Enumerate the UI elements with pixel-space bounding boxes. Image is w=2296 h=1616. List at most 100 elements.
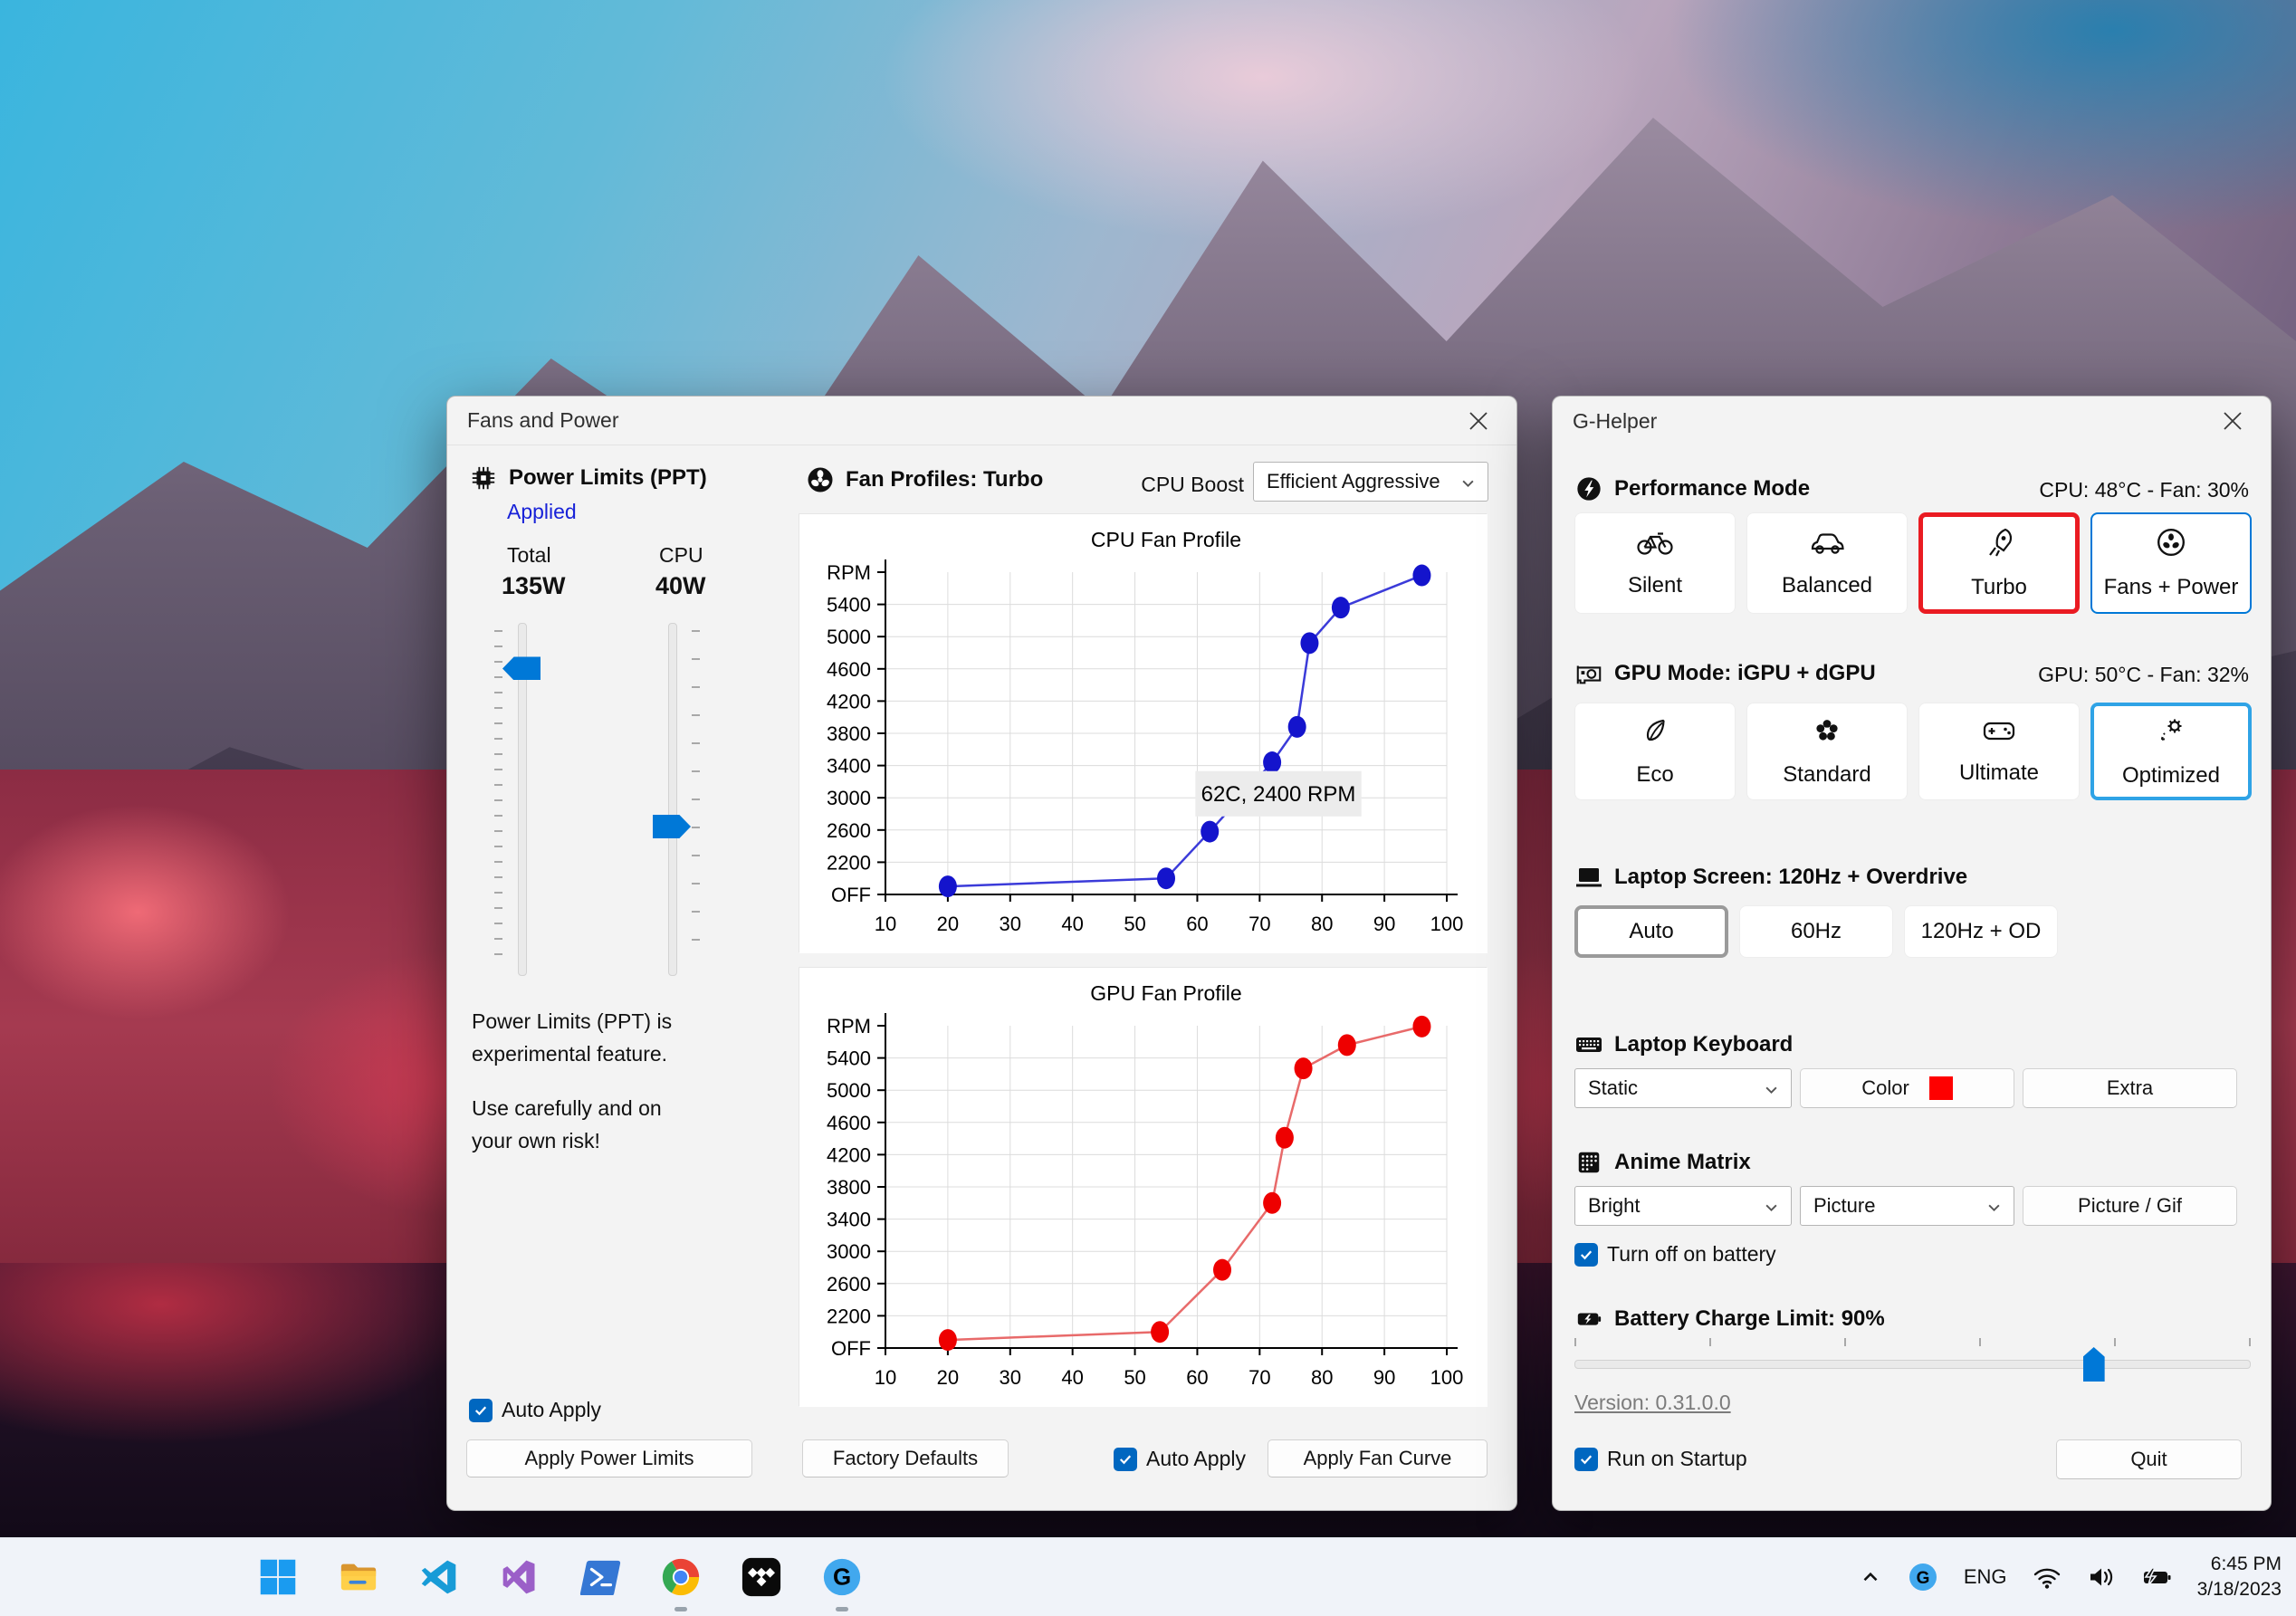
mode-silent-button[interactable]: Silent xyxy=(1574,512,1736,614)
cpu-power-slider[interactable] xyxy=(636,623,717,976)
battery-slider-thumb[interactable] xyxy=(2082,1347,2105,1382)
wifi-icon[interactable] xyxy=(2033,1564,2062,1590)
cpu-fan-chart[interactable]: 10 20 30 40 50 60 70 80 90 100 OFF 2200 2600 3000 3400… xyxy=(799,514,1488,953)
gpu-card-icon xyxy=(1574,659,1603,688)
gpu-temp-fan-status: GPU: 50°C - Fan: 32% xyxy=(2038,663,2249,686)
svg-text:RPM: RPM xyxy=(827,561,871,584)
chevron-down-icon xyxy=(1987,1194,2001,1218)
run-on-startup-checkbox[interactable]: Run on Startup xyxy=(1574,1447,1747,1471)
gpu-fan-chart-panel: 10 20 30 40 50 60 70 80 90 100 OFF 2200 2600 3000 3400… xyxy=(799,967,1488,1407)
g-helper-tray-icon[interactable]: G xyxy=(1908,1562,1938,1592)
g-helper-window: G-Helper Performance Mode CPU: 48°C - Fa… xyxy=(1552,396,2272,1511)
fan-profiles-header: Fan Profiles: Turbo xyxy=(806,465,1043,494)
file-explorer-icon[interactable] xyxy=(337,1555,380,1599)
cpu-slider-thumb[interactable] xyxy=(653,815,691,839)
tray-chevron-up-icon[interactable] xyxy=(1859,1565,1882,1589)
svg-text:4600: 4600 xyxy=(827,1112,871,1134)
svg-text:5400: 5400 xyxy=(827,594,871,617)
taskbar: G G ENG 6:45 PM 3/18/2023 xyxy=(0,1537,2296,1616)
fans-window-title: Fans and Power xyxy=(467,408,619,432)
battery-slider-track[interactable] xyxy=(1574,1360,2251,1369)
checkbox-checked-icon[interactable] xyxy=(1574,1447,1598,1471)
cpu-slider-track[interactable] xyxy=(668,623,677,976)
svg-text:2200: 2200 xyxy=(827,1305,871,1327)
anime-battery-checkbox[interactable]: Turn off on battery xyxy=(1574,1242,1776,1267)
vs-code-icon[interactable] xyxy=(417,1555,461,1599)
close-icon[interactable] xyxy=(1460,403,1497,439)
ghelper-titlebar[interactable]: G-Helper xyxy=(1553,397,2271,445)
screen-auto-button[interactable]: Auto xyxy=(1574,905,1728,958)
gpu-eco-button[interactable]: Eco xyxy=(1574,703,1736,800)
cpu-temp-fan-status: CPU: 48°C - Fan: 30% xyxy=(2039,478,2249,502)
checkbox-checked-icon[interactable] xyxy=(1114,1447,1137,1471)
battery-charging-icon[interactable] xyxy=(2141,1564,2172,1590)
fan-icon xyxy=(806,465,835,494)
gpu-fan-chart[interactable]: 10 20 30 40 50 60 70 80 90 100 OFF 2200 2600 3000 3400… xyxy=(799,968,1488,1407)
svg-text:62C, 2400 RPM: 62C, 2400 RPM xyxy=(1201,782,1356,807)
battery-limit-slider[interactable] xyxy=(1574,1338,2251,1389)
svg-text:10: 10 xyxy=(875,1366,896,1389)
factory-defaults-button[interactable]: Factory Defaults xyxy=(802,1439,1009,1477)
svg-text:80: 80 xyxy=(1311,913,1333,935)
powershell-icon[interactable] xyxy=(579,1555,622,1599)
laptop-screen-header: Laptop Screen: 120Hz + Overdrive xyxy=(1574,863,1967,892)
chevron-down-icon xyxy=(1765,1194,1778,1218)
anime-mode-select[interactable]: Picture xyxy=(1800,1186,2014,1226)
gpu-standard-button[interactable]: Standard xyxy=(1746,703,1908,800)
bicycle-icon xyxy=(1636,529,1674,562)
laptop-icon xyxy=(1574,863,1603,892)
anime-picture-gif-button[interactable]: Picture / Gif xyxy=(2023,1186,2237,1226)
auto-apply-fan-checkbox[interactable]: Auto Apply xyxy=(1114,1447,1246,1471)
visual-studio-icon[interactable] xyxy=(498,1555,541,1599)
checkbox-checked-icon[interactable] xyxy=(469,1398,493,1422)
tray-time: 6:45 PM xyxy=(2210,1554,2282,1574)
checkbox-checked-icon[interactable] xyxy=(1574,1242,1598,1267)
tidal-icon[interactable] xyxy=(740,1555,783,1599)
version-link[interactable]: Version: 0.31.0.0 xyxy=(1574,1391,1731,1415)
battery-slider-ticks xyxy=(1574,1338,2251,1346)
total-slider-thumb[interactable] xyxy=(502,656,541,681)
keyboard-color-button[interactable]: Color xyxy=(1800,1068,2014,1108)
applied-link[interactable]: Applied xyxy=(507,500,577,524)
chrome-icon[interactable] xyxy=(659,1555,703,1611)
cpu-boost-select[interactable]: Efficient Aggressive xyxy=(1253,462,1488,502)
fans-window-titlebar[interactable]: Fans and Power xyxy=(447,397,1516,445)
svg-text:40: 40 xyxy=(1061,1366,1083,1389)
close-icon[interactable] xyxy=(2215,403,2251,439)
anime-brightness-select[interactable]: Bright xyxy=(1574,1186,1792,1226)
keyboard-color-swatch xyxy=(1928,1076,1953,1100)
svg-text:5000: 5000 xyxy=(827,1079,871,1102)
power-limits-header: Power Limits (PPT) xyxy=(469,464,707,492)
total-power-slider[interactable] xyxy=(485,623,567,976)
taskbar-clock[interactable]: 6:45 PM 3/18/2023 xyxy=(2197,1552,2282,1602)
quit-button[interactable]: Quit xyxy=(2056,1439,2242,1479)
keyboard-mode-select[interactable]: Static xyxy=(1574,1068,1792,1108)
auto-apply-power-checkbox[interactable]: Auto Apply xyxy=(469,1398,601,1422)
svg-text:60: 60 xyxy=(1186,1366,1208,1389)
windows-start-icon[interactable] xyxy=(256,1555,300,1599)
fan-icon xyxy=(2156,527,2186,564)
keyboard-extra-button[interactable]: Extra xyxy=(2023,1068,2237,1108)
screen-60hz-button[interactable]: 60Hz xyxy=(1739,905,1893,958)
svg-text:4600: 4600 xyxy=(827,658,871,681)
chevron-down-icon xyxy=(1765,1076,1778,1100)
volume-icon[interactable] xyxy=(2087,1564,2116,1590)
gpu-optimized-button[interactable]: Optimized xyxy=(2090,703,2252,800)
svg-text:3800: 3800 xyxy=(827,722,871,745)
mode-turbo-button[interactable]: Turbo xyxy=(1918,512,2080,614)
mode-balanced-button[interactable]: Balanced xyxy=(1746,512,1908,614)
g-helper-taskbar-icon[interactable]: G xyxy=(820,1555,864,1611)
apply-fan-curve-button[interactable]: Apply Fan Curve xyxy=(1268,1439,1488,1477)
screen-120hz-od-button[interactable]: 120Hz + OD xyxy=(1904,905,2058,958)
car-icon xyxy=(1808,529,1846,562)
language-indicator[interactable]: ENG xyxy=(1964,1565,2007,1589)
svg-text:5000: 5000 xyxy=(827,626,871,648)
svg-text:50: 50 xyxy=(1124,913,1145,935)
performance-mode-header: Performance Mode xyxy=(1574,474,1810,503)
apply-power-limits-button[interactable]: Apply Power Limits xyxy=(466,1439,752,1477)
svg-text:5400: 5400 xyxy=(827,1047,871,1070)
gpu-ultimate-button[interactable]: Ultimate xyxy=(1918,703,2080,800)
cpu-value: 40W xyxy=(655,572,706,599)
flower-icon xyxy=(1813,716,1842,751)
mode-fans-power-button[interactable]: Fans + Power xyxy=(2090,512,2252,614)
